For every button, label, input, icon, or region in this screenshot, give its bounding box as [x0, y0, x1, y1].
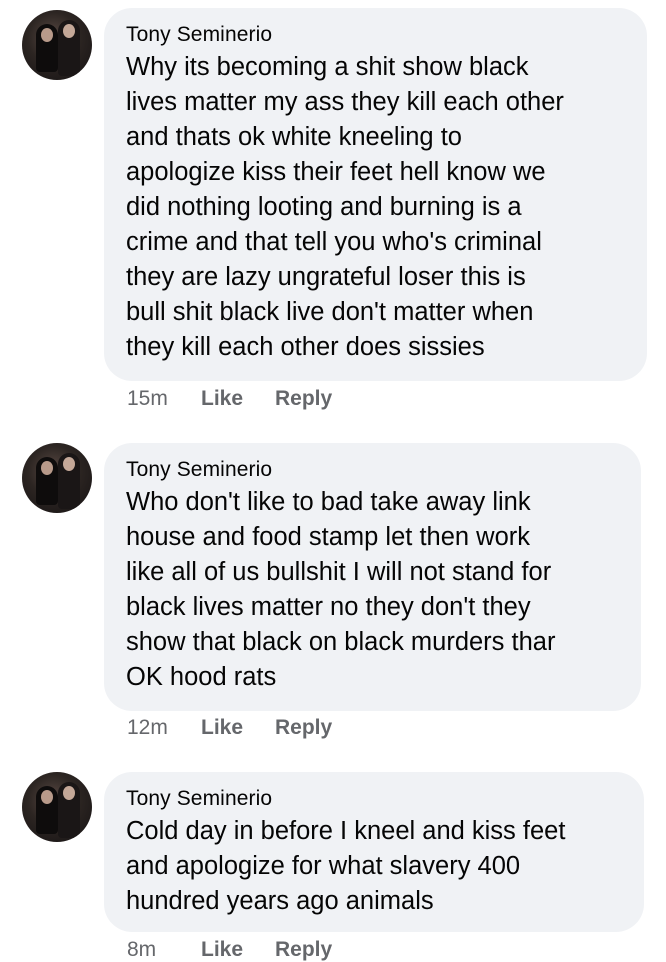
- reply-button[interactable]: Reply: [275, 387, 332, 411]
- avatar-face-left: [41, 28, 53, 42]
- comment-line: and apologize for what slavery 400: [126, 852, 521, 880]
- avatar-face-right: [63, 457, 75, 471]
- comment-author[interactable]: Tony Seminerio: [126, 457, 621, 483]
- comment-line: they are lazy ungrateful loser this is: [126, 263, 526, 291]
- avatar-face-left: [41, 461, 53, 475]
- comment-actions: 12m Like Reply: [127, 716, 332, 740]
- like-button[interactable]: Like: [201, 387, 275, 411]
- comment-line: and thats ok white kneeling to: [126, 123, 462, 151]
- like-button[interactable]: Like: [201, 716, 275, 740]
- comment-text: Cold day in before I kneel and kiss feet…: [126, 814, 624, 919]
- comment-bubble: Tony Seminerio Why its becoming a shit s…: [104, 8, 647, 381]
- avatar-face-right: [63, 786, 75, 800]
- comment-timestamp[interactable]: 15m: [127, 387, 201, 411]
- comment-bubble: Tony Seminerio Cold day in before I knee…: [104, 772, 644, 932]
- avatar-face-left: [41, 790, 53, 804]
- comment-line: they kill each other does sissies: [126, 333, 485, 361]
- comment-text: Why its becoming a shit show black lives…: [126, 50, 627, 365]
- comment-text: Who don't like to bad take away link hou…: [126, 485, 621, 695]
- comment-line: like all of us bullshit I will not stand…: [126, 558, 552, 586]
- comment-author[interactable]: Tony Seminerio: [126, 22, 627, 48]
- avatar[interactable]: [22, 772, 92, 842]
- avatar[interactable]: [22, 443, 92, 513]
- comment-actions: 15m Like Reply: [127, 387, 332, 411]
- comment-line: show that black on black murders thar: [126, 628, 556, 656]
- comment-line: Cold day in before I kneel and kiss feet: [126, 817, 566, 845]
- comment-line: OK hood rats: [126, 663, 277, 691]
- comment-line: lives matter my ass they kill each other: [126, 88, 564, 116]
- comment-timestamp[interactable]: 12m: [127, 716, 201, 740]
- avatar[interactable]: [22, 10, 92, 80]
- comment-line: black lives matter no they don't they: [126, 593, 531, 621]
- reply-button[interactable]: Reply: [275, 938, 332, 962]
- comment-line: house and food stamp let then work: [126, 523, 531, 551]
- comment-actions: 8m Like Reply: [127, 938, 332, 962]
- comment-line: bull shit black live don't matter when: [126, 298, 534, 326]
- comment-line: hundred years ago animals: [126, 887, 434, 915]
- comment-timestamp[interactable]: 8m: [127, 938, 201, 962]
- like-button[interactable]: Like: [201, 938, 275, 962]
- avatar-face-right: [63, 24, 75, 38]
- comment-bubble: Tony Seminerio Who don't like to bad tak…: [104, 443, 641, 711]
- comment-author[interactable]: Tony Seminerio: [126, 786, 624, 812]
- comment-line: apologize kiss their feet hell know we: [126, 158, 546, 186]
- comment-line: Who don't like to bad take away link: [126, 488, 531, 516]
- reply-button[interactable]: Reply: [275, 716, 332, 740]
- comment-line: did nothing looting and burning is a: [126, 193, 522, 221]
- comment-line: crime and that tell you who's criminal: [126, 228, 542, 256]
- comment-line: Why its becoming a shit show black: [126, 53, 529, 81]
